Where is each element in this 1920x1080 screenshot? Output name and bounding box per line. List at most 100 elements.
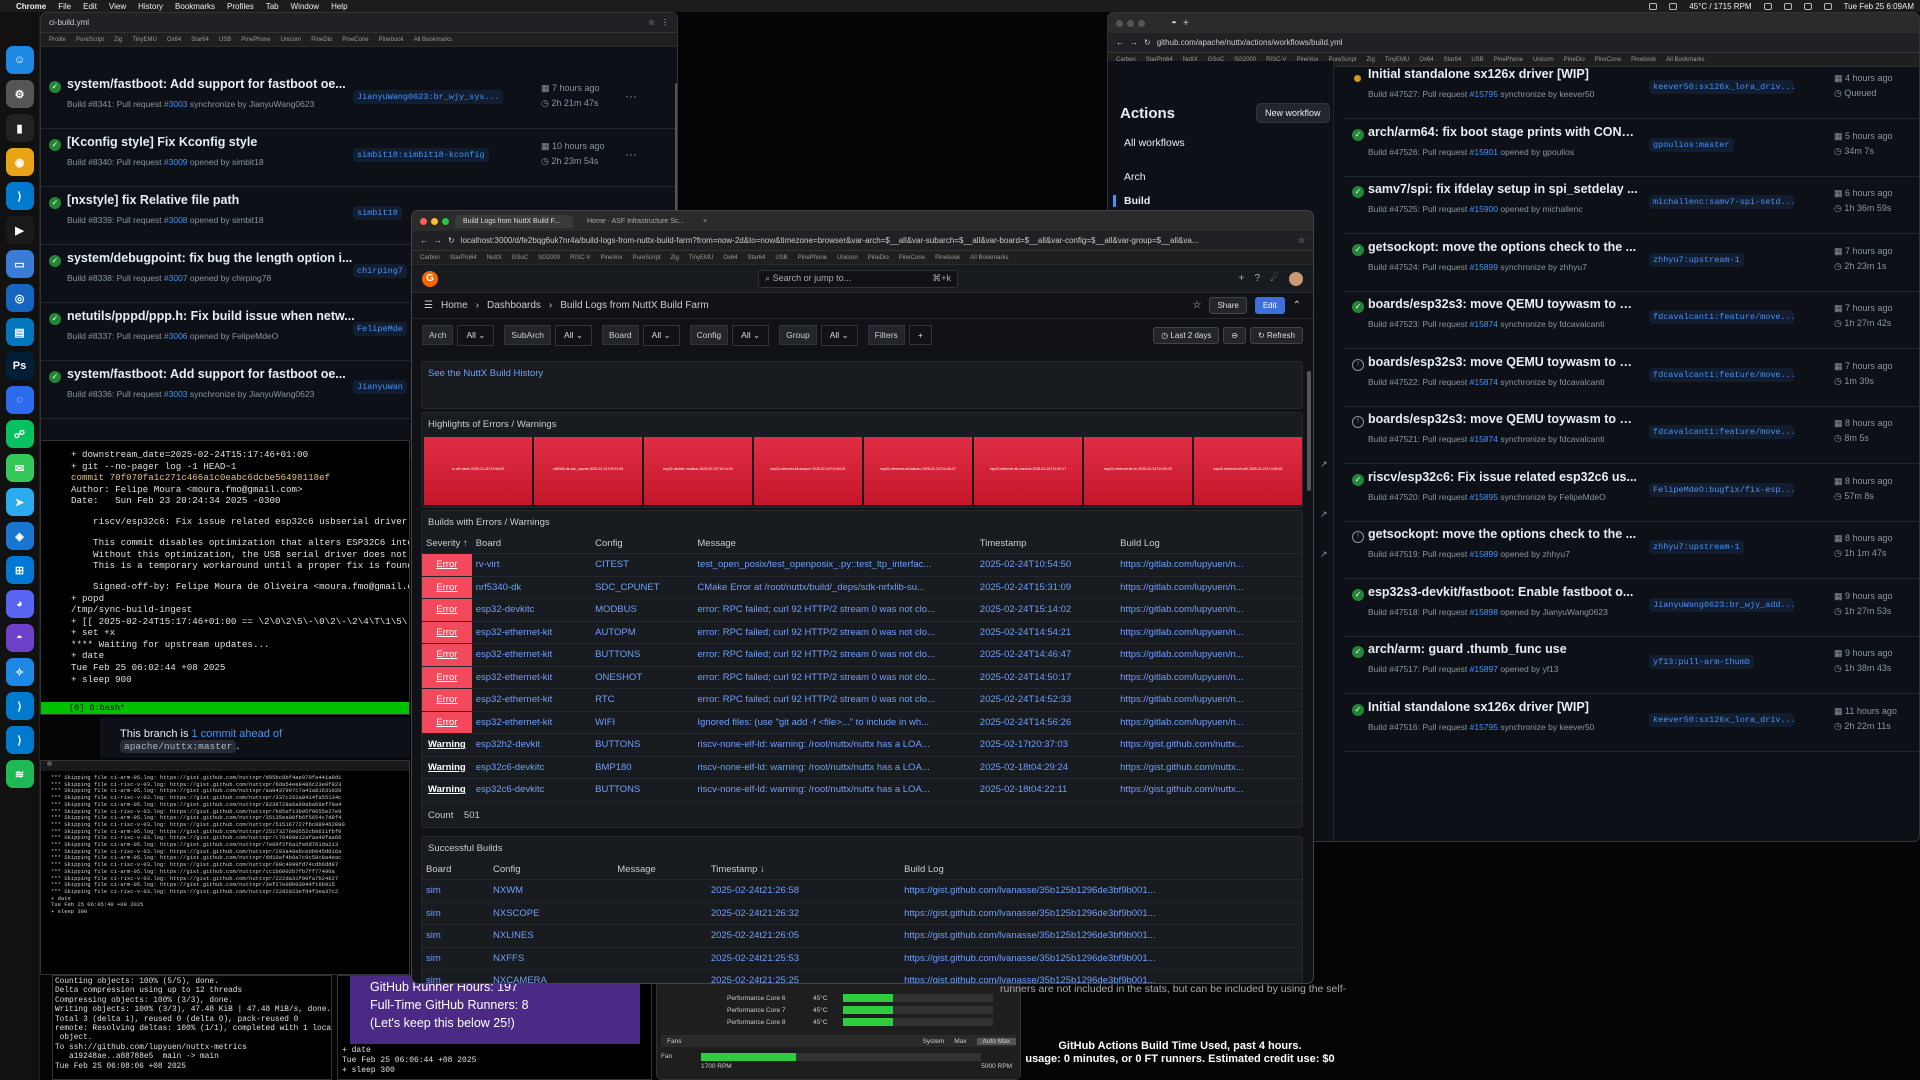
table-cell[interactable]: NXSCOPE: [489, 902, 614, 925]
column-header[interactable]: Board: [471, 534, 592, 554]
severity-cell[interactable]: Error: [422, 643, 472, 667]
table-cell[interactable]: MODBUS: [591, 598, 694, 622]
run-title-link[interactable]: getsockopt: move the options check to th…: [1368, 527, 1638, 541]
table-cell[interactable]: https://gist.github.com/lvanasse/35b125b…: [900, 924, 1302, 948]
terminal-icon[interactable]: ▮: [5, 114, 34, 142]
zoom-button[interactable]: [1138, 19, 1145, 27]
table-cell[interactable]: sim: [422, 947, 490, 970]
finder-icon[interactable]: ☺: [5, 46, 34, 74]
table-cell[interactable]: 2025-02-24T10:54:50: [975, 553, 1117, 577]
bookmark-item[interactable]: Star64: [748, 255, 766, 261]
column-header[interactable]: Config: [591, 534, 694, 554]
column-header[interactable]: Config: [489, 860, 614, 880]
table-row[interactable]: sim NXCAMERA 2025-02-24t21:25:25 https://gi…: [422, 969, 1302, 983]
bookmark-item[interactable]: All Bookmarks: [970, 255, 1008, 261]
workflow-run-row[interactable]: ✓ arch/arm: guard .thumb_func use Build #4…: [1344, 636, 1919, 694]
table-cell[interactable]: 2025-02-24t21:26:05: [706, 924, 901, 948]
menu-item-history[interactable]: History: [138, 2, 163, 11]
external-link-icon[interactable]: ↗: [1320, 509, 1328, 520]
menu-item-edit[interactable]: Edit: [83, 2, 97, 11]
clock[interactable]: Tue Feb 25 6:09AM: [1844, 2, 1914, 11]
wifi-icon[interactable]: [1783, 2, 1792, 10]
bookmark-item[interactable]: Star64: [191, 37, 209, 43]
table-cell[interactable]: 2025-02-24T15:14:02: [975, 598, 1117, 622]
branch-label[interactable]: zhhyu7:upstream-1: [1649, 252, 1744, 267]
highlight-tile[interactable]: esp32-ethernet-kit autopm 2025-02-24T14:…: [754, 437, 862, 505]
table-cell[interactable]: Ignored files: (use "git add -f <file>..…: [693, 711, 976, 734]
branch-label[interactable]: gpoulios:master: [1649, 137, 1734, 152]
menu-icon[interactable]: ☰: [424, 300, 433, 311]
branch-label[interactable]: JianyuWan: [353, 380, 407, 394]
chrome-icon[interactable]: ◉: [5, 148, 34, 176]
pull-request-link[interactable]: #3008: [164, 215, 188, 225]
settings-icon[interactable]: ⚙: [5, 80, 34, 108]
bookmark-item[interactable]: USB: [219, 37, 231, 43]
severity-cell[interactable]: Warning: [422, 778, 472, 802]
table-cell[interactable]: [613, 879, 707, 903]
highlight-tile[interactable]: rv-virt citest 2025-02-24T10:54:50: [424, 437, 532, 505]
terminal-ingest-nuttx-builds[interactable]: *** Skipping file ci-arm-05.log: https:/…: [40, 760, 410, 975]
bookmark-item[interactable]: Prolite: [49, 37, 66, 43]
temperature-readout[interactable]: 45°C / 1715 RPM: [1689, 2, 1751, 11]
pull-request-link[interactable]: #15901: [1470, 147, 1498, 157]
table-cell[interactable]: 2025-02-24T14:46:47: [975, 643, 1117, 667]
url-text[interactable]: localhost:3000/d/fe2bqg6uk7nr4a/build-lo…: [461, 236, 1292, 245]
table-cell[interactable]: 2025-02-24T14:50:17: [975, 666, 1117, 689]
table-cell[interactable]: error: RPC failed; curl 92 HTTP/2 stream…: [693, 688, 976, 712]
table-cell[interactable]: https://gist.github.com/nuttx...: [1116, 778, 1302, 802]
table-row[interactable]: sim NXFFS 2025-02-24t21:25:53 https://gist.…: [422, 947, 1302, 970]
address-bar[interactable]: ← → ↻ github.com/apache/nuttx/actions/wo…: [1108, 33, 1919, 53]
table-cell[interactable]: sim: [422, 969, 490, 983]
table-cell[interactable]: https://gitlab.com/lupyuen/n...: [1116, 643, 1302, 667]
menu-item-window[interactable]: Window: [291, 2, 319, 11]
zoom-button[interactable]: [442, 217, 449, 225]
table-cell[interactable]: 2025-02-24T14:54:21: [975, 621, 1117, 644]
table-cell[interactable]: rv-virt: [471, 553, 592, 577]
table-cell[interactable]: test_open_posix/test_openposix_.py::test…: [693, 553, 976, 577]
minimize-button[interactable]: [431, 217, 438, 225]
table-cell[interactable]: BUTTONS: [591, 643, 694, 667]
add-icon[interactable]: +: [1239, 273, 1245, 284]
bookmark-item[interactable]: Pinebook: [935, 255, 960, 261]
branch-label[interactable]: simbit18:simbit18-kconfig: [353, 148, 489, 162]
table-cell[interactable]: [613, 902, 707, 925]
mode-auto-max-button[interactable]: Auto Max: [976, 1037, 1016, 1045]
sidebar-item-arch[interactable]: Arch: [1124, 171, 1146, 183]
terminal-sync-build[interactable]: + downstream_date=2025-02-24T15:17:46+01…: [40, 440, 410, 715]
table-row[interactable]: Error esp32-ethernet-kit ONESHOT error: RPC…: [422, 666, 1302, 689]
table-cell[interactable]: SDC_CPUNET: [591, 576, 694, 599]
workflow-run-row[interactable]: ✓ samv7/spi: fix ifdelay setup in spi_set…: [1344, 176, 1919, 234]
table-cell[interactable]: esp32-ethernet-kit: [471, 688, 592, 712]
bookmark-item[interactable]: PineCone: [342, 37, 368, 43]
grafana-logo-icon[interactable]: G: [422, 270, 438, 287]
table-cell[interactable]: error: RPC failed; curl 92 HTTP/2 stream…: [693, 643, 976, 667]
table-row[interactable]: sim NXWM 2025-02-24t21:26:58 https://gist.g…: [422, 879, 1302, 903]
chat-icon[interactable]: [1669, 2, 1678, 10]
table-row[interactable]: Warning esp32c6-devkitc BUTTONS riscv-none-…: [422, 778, 1302, 802]
search-input[interactable]: ⌕ Search or jump to... ⌘+k: [758, 269, 958, 288]
run-title-link[interactable]: system/fastboot: Add support for fastboo…: [67, 77, 387, 91]
bookmark-item[interactable]: PineCone: [899, 255, 925, 261]
branch-label[interactable]: fdcavalcanti:feature/move...: [1649, 310, 1794, 324]
run-title-link[interactable]: [nxstyle] fix Relative file path: [67, 193, 387, 207]
table-cell[interactable]: https://gist.github.com/lvanasse/35b125b…: [900, 879, 1302, 903]
table-cell[interactable]: 2025-02-24t21:26:58: [706, 879, 901, 903]
app-icon[interactable]: ◈: [5, 522, 34, 550]
table-cell[interactable]: error: RPC failed; curl 92 HTTP/2 stream…: [693, 598, 976, 622]
variable-select-group[interactable]: All ⌄: [820, 324, 858, 346]
table-cell[interactable]: riscv-none-elf-ld: warning: /root/nuttx/…: [693, 733, 976, 757]
bookmark-item[interactable]: PinePhone: [798, 255, 827, 261]
table-cell[interactable]: CITEST: [591, 553, 694, 577]
vscode-icon[interactable]: ⟩: [5, 692, 34, 720]
table-row[interactable]: Error esp32-ethernet-kit RTC error: RPC fai…: [422, 688, 1302, 712]
table-cell[interactable]: NXCAMERA: [489, 969, 614, 983]
table-cell[interactable]: riscv-none-elf-ld: warning: /root/nuttx/…: [693, 756, 976, 779]
table-cell[interactable]: esp32-ethernet-kit: [471, 666, 592, 689]
variable-select-board[interactable]: All ⌄: [642, 324, 680, 346]
control-center-icon[interactable]: [1823, 2, 1832, 10]
menu-item-file[interactable]: File: [58, 2, 71, 11]
branch-label[interactable]: fdcavalcanti:feature/move...: [1649, 367, 1794, 382]
bookmark-star-icon[interactable]: ☆: [648, 18, 655, 27]
branch-label[interactable]: FelipeMde: [353, 322, 407, 336]
table-cell[interactable]: esp32-ethernet-kit: [471, 621, 592, 644]
